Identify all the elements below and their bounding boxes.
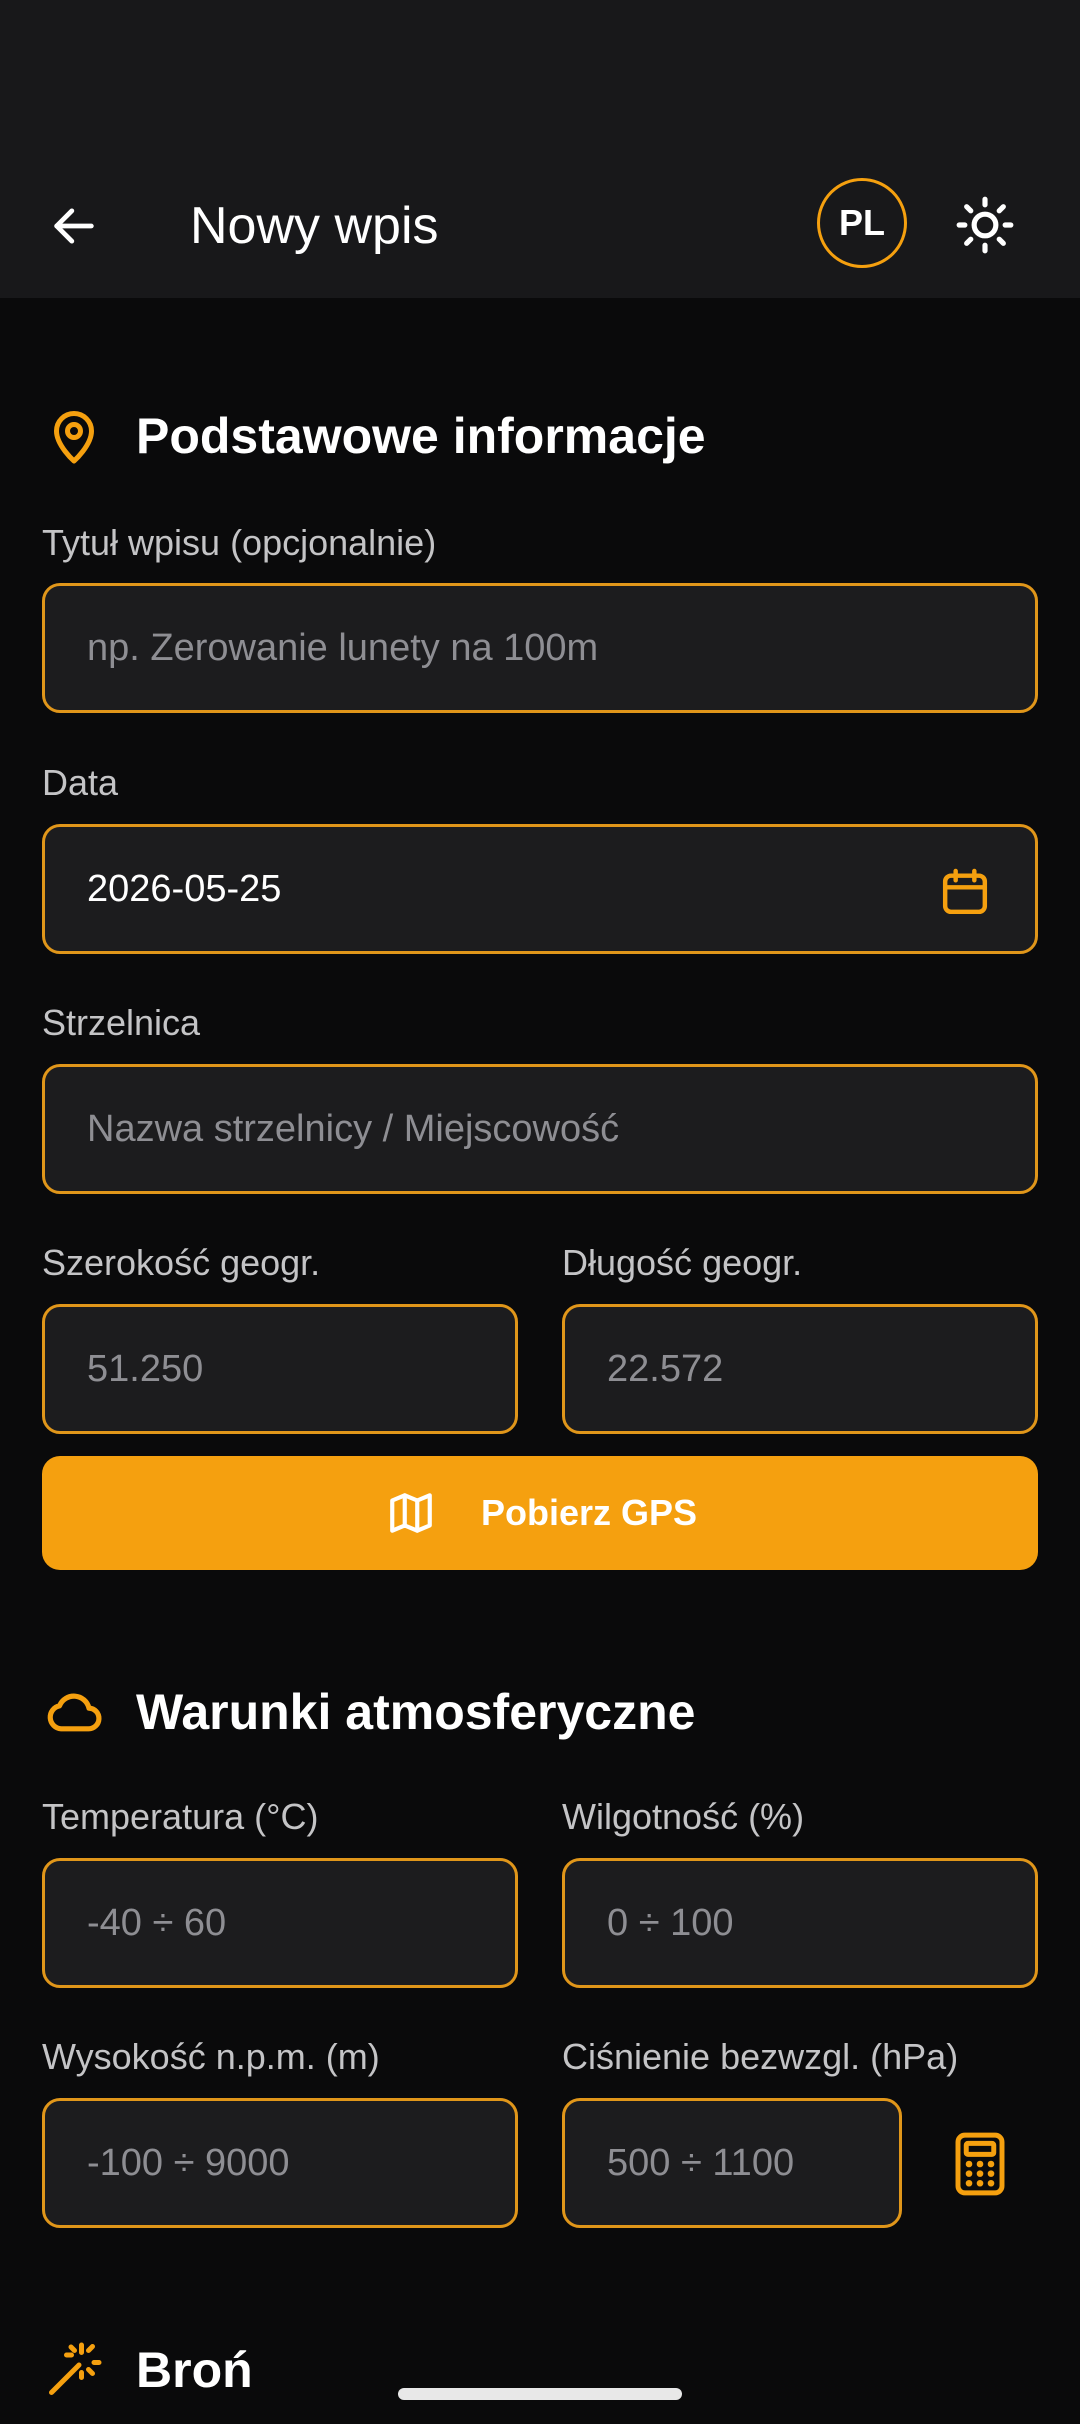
latitude-placeholder: 51.250 <box>87 1347 204 1390</box>
date-label: Data <box>42 762 119 803</box>
temperature-label: Temperatura (°C) <box>42 1796 319 1837</box>
section-title: Podstawowe informacje <box>136 408 706 464</box>
get-gps-label: Pobierz GPS <box>480 1492 698 1533</box>
map-pin-icon <box>42 404 106 468</box>
altitude-label: Wysokość n.p.m. (m) <box>42 2036 380 2077</box>
date-value: 2026-05-25 <box>87 867 282 910</box>
language-button[interactable]: PL <box>817 178 907 268</box>
page-title: Nowy wpis <box>190 197 439 255</box>
map-icon <box>383 1485 439 1541</box>
section-basic-info: Podstawowe informacje <box>42 404 706 468</box>
theme-toggle-button[interactable] <box>950 190 1020 260</box>
back-button[interactable] <box>42 194 106 258</box>
calculator-icon <box>955 2132 1005 2196</box>
pressure-placeholder: 500 ÷ 1100 <box>607 2141 795 2184</box>
latitude-label: Szerokość geogr. <box>42 1242 321 1283</box>
sun-icon <box>956 196 1014 254</box>
altitude-input[interactable]: -100 ÷ 9000 <box>42 2098 518 2228</box>
pressure-label: Ciśnienie bezwzgl. (hPa) <box>562 2036 959 2077</box>
app-bar: Nowy wpis PL <box>0 150 1080 298</box>
home-indicator[interactable] <box>398 2388 682 2400</box>
range-label: Strzelnica <box>42 1002 201 1043</box>
range-input[interactable]: Nazwa strzelnicy / Miejscowość <box>42 1064 1038 1194</box>
temperature-input[interactable]: -40 ÷ 60 <box>42 1858 518 1988</box>
longitude-input[interactable]: 22.572 <box>562 1304 1038 1434</box>
status-bar <box>0 0 1080 150</box>
humidity-placeholder: 0 ÷ 100 <box>607 1901 734 1944</box>
title-placeholder: np. Zerowanie lunety na 100m <box>87 626 599 669</box>
section-weather: Warunki atmosferyczne <box>42 1680 695 1744</box>
longitude-placeholder: 22.572 <box>607 1347 724 1390</box>
range-placeholder: Nazwa strzelnicy / Miejscowość <box>87 1107 620 1150</box>
date-input[interactable]: 2026-05-25 <box>42 824 1038 954</box>
cloud-icon <box>42 1680 106 1744</box>
section-weapon: Broń <box>42 2338 253 2402</box>
pressure-calculator-button[interactable] <box>948 2128 1012 2200</box>
altitude-placeholder: -100 ÷ 9000 <box>87 2141 290 2184</box>
humidity-label: Wilgotność (%) <box>562 1796 805 1837</box>
magic-wand-icon <box>42 2338 106 2402</box>
section-title: Warunki atmosferyczne <box>136 1684 696 1740</box>
latitude-input[interactable]: 51.250 <box>42 1304 518 1434</box>
calendar-icon[interactable] <box>937 864 993 920</box>
arrow-left-icon <box>54 208 94 244</box>
longitude-label: Długość geogr. <box>562 1242 803 1283</box>
get-gps-button[interactable]: Pobierz GPS <box>42 1456 1038 1570</box>
pressure-input[interactable]: 500 ÷ 1100 <box>562 2098 902 2228</box>
title-input[interactable]: np. Zerowanie lunety na 100m <box>42 583 1038 713</box>
title-label: Tytuł wpisu (opcjonalnie) <box>42 522 437 563</box>
section-title: Broń <box>136 2342 253 2398</box>
temperature-placeholder: -40 ÷ 60 <box>87 1901 227 1944</box>
humidity-input[interactable]: 0 ÷ 100 <box>562 1858 1038 1988</box>
